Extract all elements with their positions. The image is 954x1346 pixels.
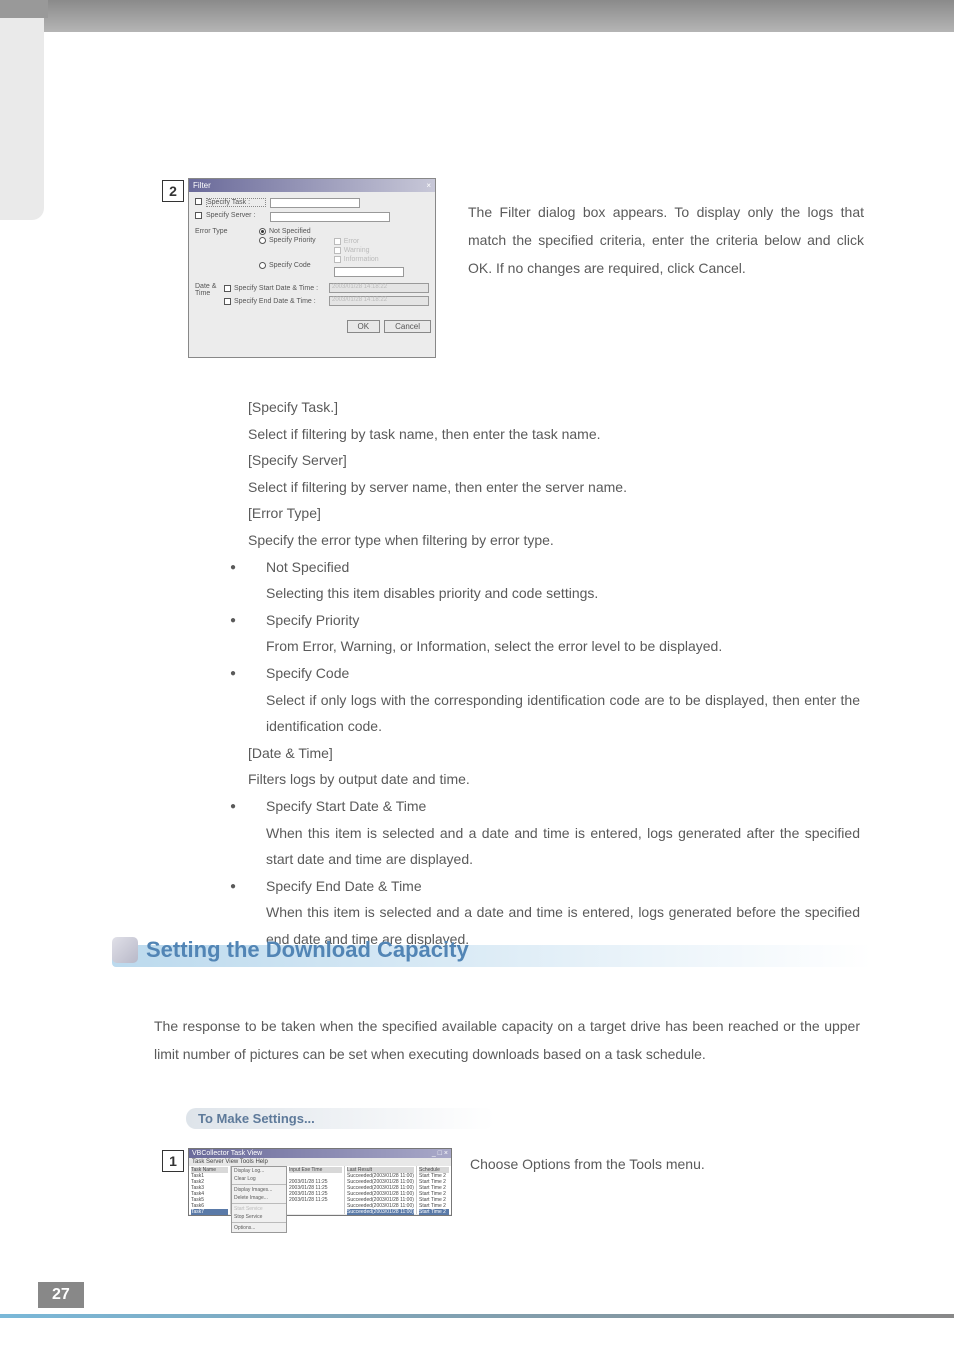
cancel-button[interactable]: Cancel — [384, 320, 431, 333]
bullet-specify-priority: Specify Priority — [248, 607, 860, 634]
warning-checkbox[interactable] — [334, 247, 341, 254]
section-icon — [112, 937, 138, 963]
bullet-start-dt-desc: When this item is selected and a date an… — [248, 820, 860, 873]
specification-list: [Specify Task.] Select if filtering by t… — [248, 394, 860, 952]
filter-description: The Filter dialog box appears. To displa… — [468, 198, 864, 282]
datetime-label: Date & Time — [195, 283, 220, 297]
page-number: 27 — [38, 1282, 84, 1308]
dt-cell: 2003/01/28 11:25 — [289, 1197, 342, 1203]
section-description: The response to be taken when the specif… — [154, 1012, 860, 1068]
error-cb-label: Error — [344, 238, 360, 245]
tv-title-text: VBCollector Task View — [192, 1150, 262, 1157]
dialog-titlebar: Filter × — [189, 179, 435, 192]
spec-task-header: [Specify Task.] — [248, 394, 860, 421]
information-checkbox[interactable] — [334, 256, 341, 263]
step-2-number: 2 — [162, 180, 184, 202]
specify-code-input[interactable] — [334, 267, 404, 277]
end-dt-label: Specify End Date & Time : — [234, 298, 326, 305]
sub-header: To Make Settings... — [186, 1108, 495, 1129]
spec-datetime-desc: Filters logs by output date and time. — [248, 766, 860, 793]
spec-server-desc: Select if filtering by server name, then… — [248, 474, 860, 501]
dd-options[interactable]: Options... — [232, 1224, 286, 1232]
error-checkbox[interactable] — [334, 238, 341, 245]
dd-display-log[interactable]: Display Log... — [232, 1167, 286, 1175]
step-1-number: 1 — [162, 1150, 184, 1172]
top-bar — [0, 0, 954, 32]
bullet-specify-priority-desc: From Error, Warning, or Information, sel… — [248, 633, 860, 660]
start-dt-input[interactable]: 2003/01/28 14:18:22 — [329, 283, 429, 293]
ok-button[interactable]: OK — [347, 320, 381, 333]
section-title: Setting the Download Capacity — [146, 937, 469, 963]
spec-errortype-header: [Error Type] — [248, 500, 860, 527]
warning-cb-label: Warning — [344, 247, 370, 254]
specify-server-label: Specify Server : — [206, 212, 266, 219]
dd-display-images[interactable]: Display Images... — [232, 1186, 286, 1194]
bullet-not-specified: Not Specified — [248, 554, 860, 581]
start-dt-label: Specify Start Date & Time : — [234, 285, 326, 292]
not-specified-radio[interactable] — [259, 228, 266, 235]
spec-datetime-header: [Date & Time] — [248, 740, 860, 767]
start-dt-checkbox[interactable] — [224, 285, 231, 292]
dd-delete-image[interactable]: Delete Image... — [232, 1194, 286, 1202]
spec-errortype-desc: Specify the error type when filtering by… — [248, 527, 860, 554]
end-dt-input[interactable]: 2003/01/28 14:18:22 — [329, 296, 429, 306]
tools-dropdown: Display Log... Clear Log Display Images.… — [231, 1166, 287, 1233]
specify-task-label: Specify Task : — [206, 198, 266, 207]
information-cb-label: Information — [344, 256, 379, 263]
bullet-end-dt: Specify End Date & Time — [248, 873, 860, 900]
not-specified-label: Not Specified — [269, 228, 311, 235]
filter-dialog: Filter × Specify Task : Specify Server :… — [188, 178, 436, 358]
specify-code-label: Specify Code — [269, 262, 311, 269]
tv-window-buttons[interactable]: _ □ × — [432, 1150, 448, 1157]
step1-description: Choose Options from the Tools menu. — [470, 1150, 705, 1178]
res-cell-selected: Succeeded(2003/01/28 11:00) — [347, 1209, 414, 1215]
task-view-window: VBCollector Task View _ □ × Task Server … — [188, 1148, 452, 1216]
spec-server-header: [Specify Server] — [248, 447, 860, 474]
dd-start-service: Start Service — [232, 1205, 286, 1213]
dialog-title-text: Filter — [193, 181, 211, 190]
task-row-selected: Task7 — [191, 1209, 228, 1215]
bullet-start-dt: Specify Start Date & Time — [248, 793, 860, 820]
close-icon[interactable]: × — [426, 181, 431, 190]
specify-task-input[interactable] — [270, 198, 360, 208]
section-header: Setting the Download Capacity — [112, 937, 469, 963]
spec-task-desc: Select if filtering by task name, then e… — [248, 421, 860, 448]
bullet-specify-code-desc: Select if only logs with the correspondi… — [248, 687, 860, 740]
bullet-specify-code: Specify Code — [248, 660, 860, 687]
tv-menubar[interactable]: Task Server View Tools Help — [189, 1158, 451, 1166]
bullet-not-specified-desc: Selecting this item disables priority an… — [248, 580, 860, 607]
specify-server-input[interactable] — [270, 212, 390, 222]
sch-cell-selected: Start Time 2 — [419, 1209, 449, 1215]
specify-code-radio[interactable] — [259, 262, 266, 269]
specify-server-checkbox[interactable] — [195, 212, 202, 219]
dd-clear-log[interactable]: Clear Log — [232, 1175, 286, 1183]
bottom-bar — [0, 1314, 954, 1318]
dd-stop-service[interactable]: Stop Service — [232, 1213, 286, 1221]
specify-priority-radio[interactable] — [259, 237, 266, 244]
specify-priority-label: Specify Priority — [269, 237, 316, 244]
end-dt-checkbox[interactable] — [224, 298, 231, 305]
tv-titlebar: VBCollector Task View _ □ × — [189, 1149, 451, 1158]
chapter-tab — [0, 0, 44, 220]
specify-task-checkbox[interactable] — [195, 198, 202, 205]
error-type-label: Error Type — [195, 228, 255, 235]
